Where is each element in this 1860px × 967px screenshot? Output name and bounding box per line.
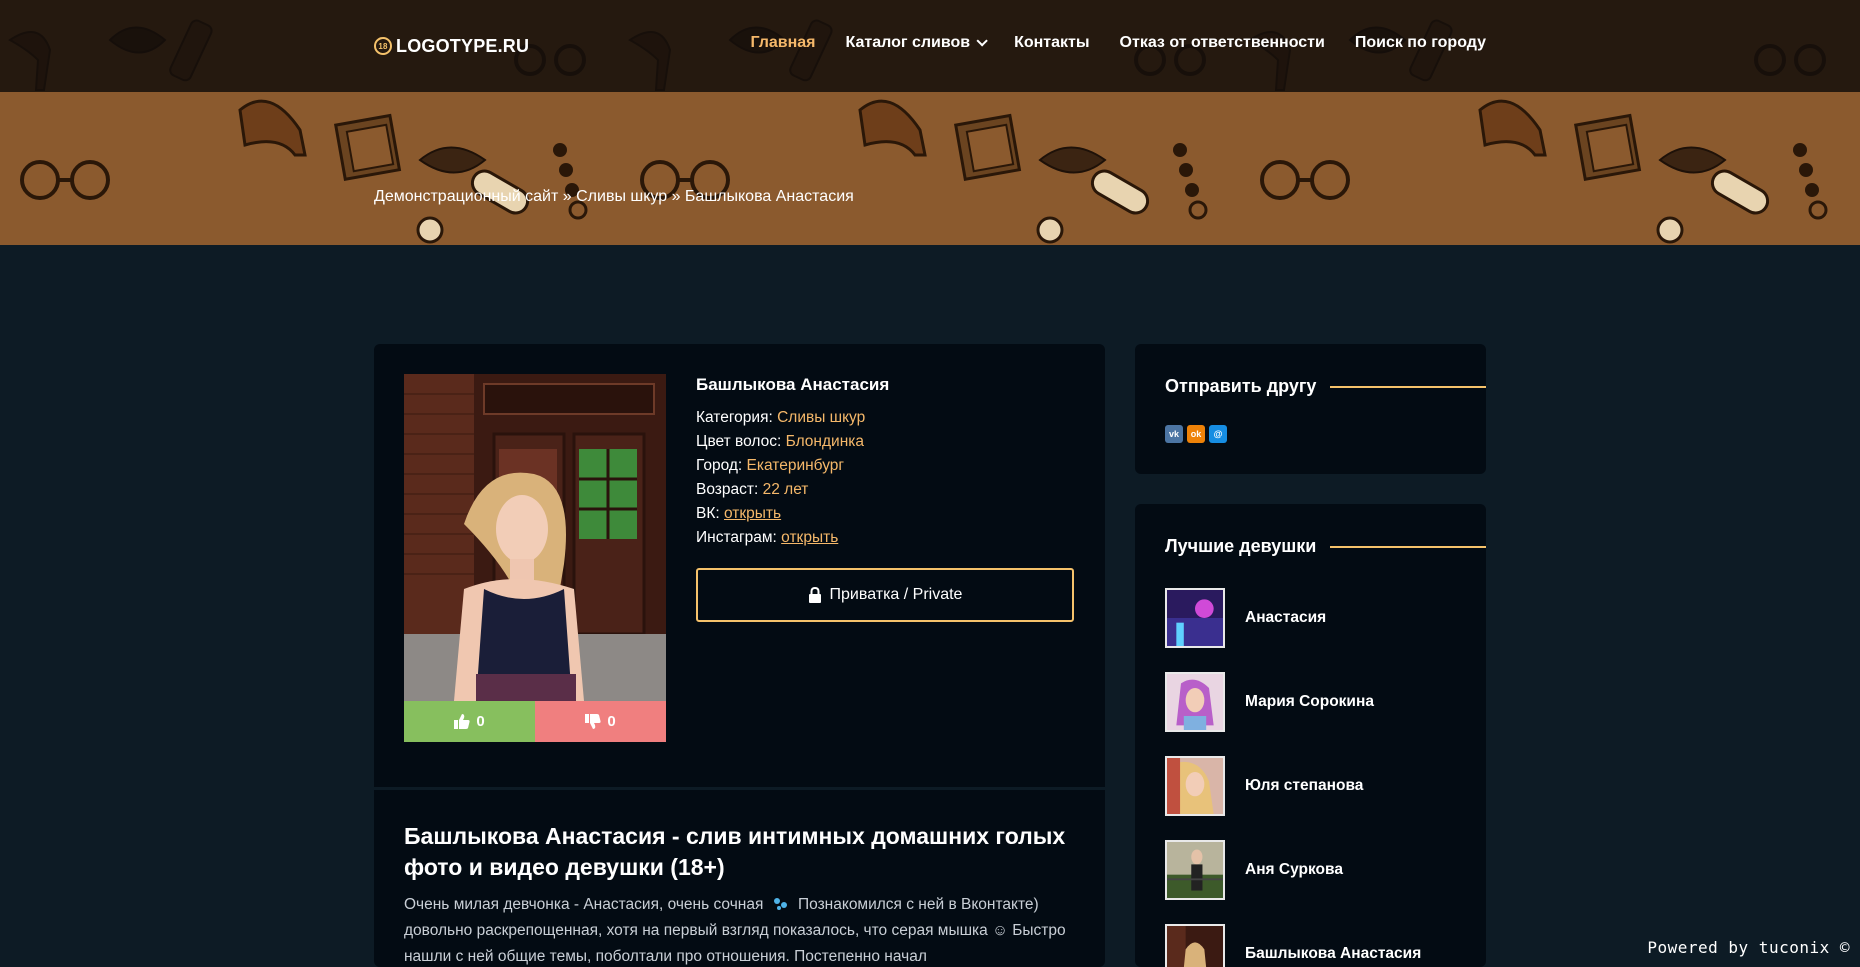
- powered-by-label: Powered by tuconix ©: [1647, 938, 1850, 957]
- girl-thumbnail: [1165, 672, 1225, 732]
- title-underline: [1330, 545, 1486, 548]
- info-city: Город: Екатеринбург: [696, 454, 1076, 478]
- dislike-button[interactable]: 0: [535, 701, 666, 742]
- main-nav: Главная Каталог сливов Контакты Отказ от…: [750, 34, 1486, 52]
- breadcrumb-separator: »: [558, 188, 577, 205]
- info-age-label: Возраст:: [696, 481, 759, 498]
- info-vk-label: ВК:: [696, 505, 720, 522]
- vk-open-link[interactable]: открыть: [724, 505, 781, 522]
- mail-icon[interactable]: @: [1209, 425, 1227, 443]
- chevron-down-icon: [976, 35, 988, 47]
- logo-text: LOGOTYPE.RU: [396, 35, 530, 56]
- lock-icon: [808, 587, 821, 603]
- instagram-open-link[interactable]: открыть: [781, 529, 838, 546]
- girl-thumbnail: [1165, 840, 1225, 900]
- ok-icon[interactable]: ok: [1187, 425, 1205, 443]
- girl-thumbnail: [1165, 756, 1225, 816]
- nav-item-catalog-label: Каталог сливов: [845, 34, 971, 51]
- girl-item[interactable]: Башлыкова Анастасия: [1165, 924, 1465, 967]
- breadcrumb-current: Башлыкова Анастасия: [684, 188, 854, 205]
- info-category: Категория: Сливы шкур: [696, 406, 1076, 430]
- logo-badge-icon: 18: [374, 37, 392, 55]
- info-instagram-label: Инстаграм:: [696, 529, 777, 546]
- breadcrumb: Демонстрационный сайт » Сливы шкур » Баш…: [374, 188, 854, 206]
- private-button-label: Приватка / Private: [829, 586, 963, 603]
- title-underline: [1330, 385, 1486, 388]
- top-navbar: 18 LOGOTYPE.RU Главная Каталог сливов Ко…: [0, 0, 1860, 92]
- profile-photo[interactable]: [404, 374, 666, 701]
- breadcrumb-separator: »: [667, 188, 685, 205]
- profile-card: 0 0 Башлыкова Анастасия Категория: Сливы…: [374, 344, 1105, 967]
- info-vk: ВК: открыть: [696, 502, 1076, 526]
- best-title: Лучшие девушки: [1165, 536, 1486, 557]
- share-title-text: Отправить другу: [1165, 376, 1317, 396]
- girl-name: Аня Суркова: [1245, 861, 1343, 878]
- share-widget: Отправить другу vk ok @: [1135, 344, 1486, 474]
- share-title: Отправить другу: [1165, 376, 1486, 397]
- profile-info: Башлыкова Анастасия Категория: Сливы шку…: [696, 374, 1076, 550]
- info-city-label: Город:: [696, 457, 743, 474]
- nav-item-contacts[interactable]: Контакты: [1014, 34, 1089, 52]
- nav-item-catalog[interactable]: Каталог сливов: [845, 34, 988, 52]
- info-instagram: Инстаграм: открыть: [696, 526, 1076, 550]
- profile-photo-image: [404, 374, 666, 701]
- best-title-text: Лучшие девушки: [1165, 536, 1317, 556]
- private-button[interactable]: Приватка / Private: [696, 568, 1074, 622]
- info-age-value: 22 лет: [762, 481, 809, 498]
- site-logo[interactable]: 18 LOGOTYPE.RU: [374, 34, 529, 58]
- girl-name: Анастасия: [1245, 609, 1327, 626]
- thumbs-down-icon: [585, 714, 601, 729]
- girl-thumbnail: [1165, 924, 1225, 967]
- nav-item-city-search[interactable]: Поиск по городу: [1355, 34, 1486, 52]
- like-button[interactable]: 0: [404, 701, 535, 742]
- like-count: 0: [476, 713, 485, 730]
- girl-item[interactable]: Анастасия: [1165, 588, 1465, 648]
- info-hair: Цвет волос: Блондинка: [696, 430, 1076, 454]
- thumbs-up-icon: [454, 714, 470, 729]
- info-city-value[interactable]: Екатеринбург: [747, 457, 845, 474]
- girl-name: Мария Сорокина: [1245, 693, 1374, 710]
- share-icons: vk ok @: [1165, 425, 1227, 443]
- girl-item[interactable]: Юля степанова: [1165, 756, 1465, 816]
- nav-item-home[interactable]: Главная: [750, 34, 815, 52]
- girl-item[interactable]: Аня Суркова: [1165, 840, 1465, 900]
- info-age: Возраст: 22 лет: [696, 478, 1076, 502]
- girl-name: Юля степанова: [1245, 777, 1364, 794]
- info-hair-label: Цвет волос:: [696, 433, 782, 450]
- nav-item-disclaimer[interactable]: Отказ от ответственности: [1120, 34, 1325, 52]
- info-category-label: Категория:: [696, 409, 773, 426]
- article-text-part-1: Очень милая девчонка - Анастасия, очень …: [404, 896, 764, 913]
- best-girls-widget: Лучшие девушки Анастасия Мария Сорокина …: [1135, 504, 1486, 967]
- dislike-count: 0: [607, 713, 616, 730]
- girl-name: Башлыкова Анастасия: [1245, 945, 1422, 962]
- profile-name: Башлыкова Анастасия: [696, 375, 890, 394]
- hero-banner: 18 LOGOTYPE.RU Главная Каталог сливов Ко…: [0, 0, 1860, 245]
- article-text: Очень милая девчонка - Анастасия, очень …: [404, 892, 1084, 967]
- section-divider: [374, 787, 1105, 790]
- info-category-value[interactable]: Сливы шкур: [777, 409, 865, 426]
- breadcrumb-home[interactable]: Демонстрационный сайт: [374, 188, 558, 205]
- droplets-icon: [773, 898, 787, 910]
- breadcrumb-category[interactable]: Сливы шкур: [576, 188, 667, 205]
- vk-icon[interactable]: vk: [1165, 425, 1183, 443]
- girl-thumbnail: [1165, 588, 1225, 648]
- girl-item[interactable]: Мария Сорокина: [1165, 672, 1465, 732]
- article-title: Башлыкова Анастасия - слив интимных дома…: [404, 823, 1066, 880]
- info-hair-value[interactable]: Блондинка: [786, 433, 864, 450]
- profile-photo-block: 0 0: [404, 374, 666, 742]
